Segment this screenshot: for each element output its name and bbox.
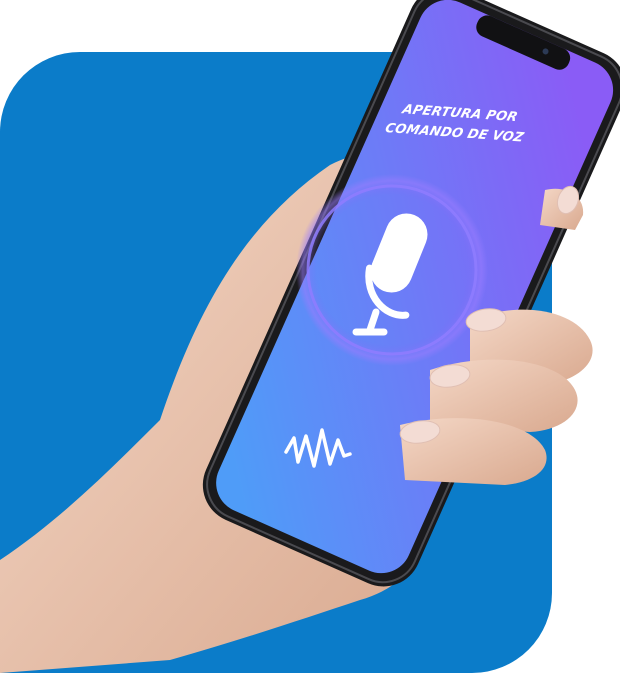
hand-holding-phone-illustration xyxy=(0,0,620,673)
voice-command-scene: APERTURA POR COMANDO DE VOZ xyxy=(0,0,620,673)
